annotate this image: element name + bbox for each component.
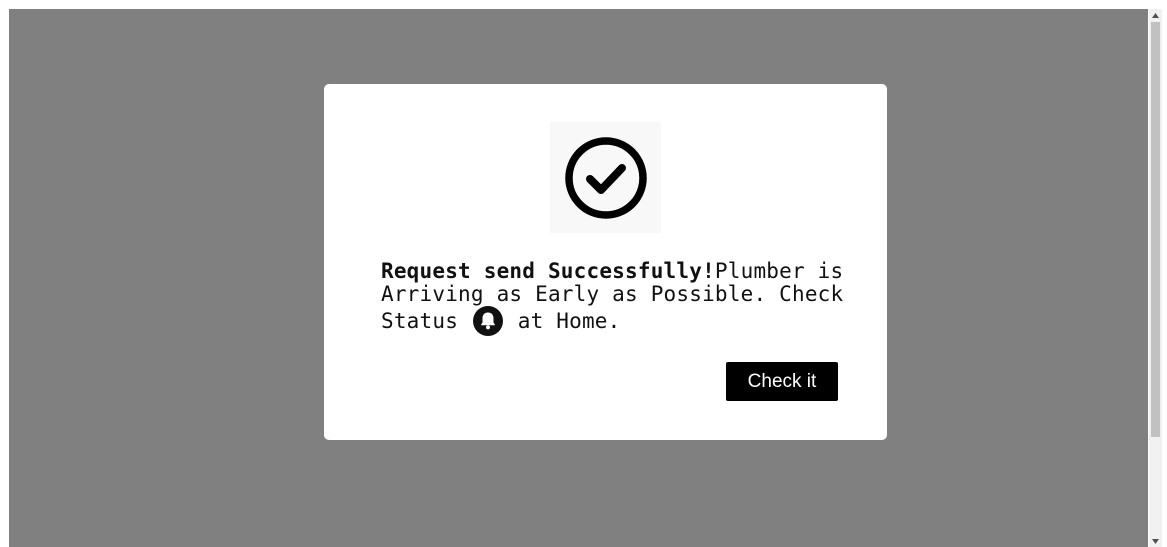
bell-icon: [472, 306, 503, 336]
message-tail: at Home.: [517, 309, 621, 333]
check-it-button[interactable]: Check it: [726, 362, 838, 401]
check-circle-icon: [564, 136, 647, 219]
success-modal: Request send Successfully!Plumber is Arr…: [324, 84, 887, 440]
scroll-up-arrow-icon[interactable]: [1149, 9, 1162, 21]
scrollbar-thumb[interactable]: [1151, 22, 1160, 437]
scroll-down-arrow-icon[interactable]: [1149, 535, 1162, 547]
success-message: Request send Successfully!Plumber is Arr…: [381, 260, 851, 336]
message-headline: Request send Successfully!: [381, 259, 715, 283]
success-image: [550, 122, 661, 233]
vertical-scrollbar[interactable]: [1149, 9, 1162, 547]
browser-viewport: Request send Successfully!Plumber is Arr…: [0, 0, 1167, 547]
